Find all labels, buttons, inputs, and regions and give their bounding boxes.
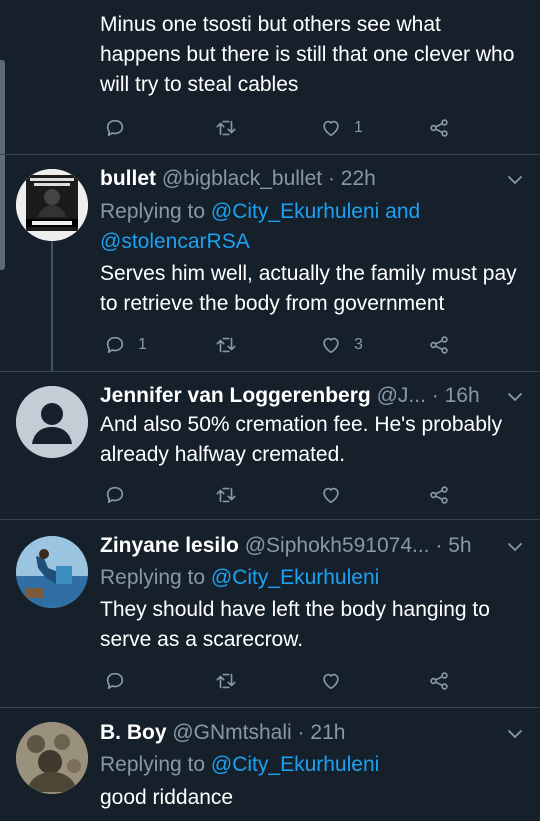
share-icon bbox=[430, 672, 448, 690]
thread-line bbox=[51, 241, 53, 372]
reply-button[interactable] bbox=[104, 482, 138, 508]
timestamp[interactable]: 5h bbox=[448, 534, 471, 557]
retweet-button[interactable] bbox=[215, 668, 249, 694]
share-icon bbox=[430, 119, 448, 137]
replying-to: Replying to @City_Ekurhuleni bbox=[100, 750, 524, 780]
avatar[interactable] bbox=[16, 722, 88, 794]
retweet-icon bbox=[216, 487, 236, 503]
tweet-header: bullet @bigblack_bullet · 22h bbox=[100, 164, 500, 194]
author-name[interactable]: Zinyane lesilo bbox=[100, 534, 239, 557]
retweet-icon bbox=[216, 673, 236, 689]
author-name[interactable]: bullet bbox=[100, 167, 156, 190]
timestamp[interactable]: 21h bbox=[310, 721, 345, 744]
avatar[interactable] bbox=[16, 536, 88, 608]
mention-link[interactable]: @City_Ekurhuleni bbox=[211, 200, 379, 223]
tweet-text: Serves him well, actually the family mus… bbox=[100, 262, 517, 315]
avatar-image bbox=[16, 169, 88, 241]
tweet-text: good riddance bbox=[100, 786, 234, 809]
heart-icon bbox=[323, 120, 339, 137]
chevron-down-icon[interactable] bbox=[506, 388, 524, 406]
tweet-actions: 1 bbox=[100, 115, 530, 141]
mention-link[interactable]: @stolencarRSA bbox=[100, 230, 250, 253]
reply-button[interactable] bbox=[104, 668, 138, 694]
author-name[interactable]: Jennifer van Loggerenberg bbox=[100, 384, 371, 407]
share-button[interactable] bbox=[428, 332, 450, 358]
heart-icon bbox=[323, 337, 339, 354]
reply-icon bbox=[106, 119, 124, 137]
author-handle[interactable]: @Siphokh591074... bbox=[245, 534, 430, 557]
separator: · bbox=[297, 721, 305, 744]
share-icon bbox=[430, 486, 448, 504]
like-count: 1 bbox=[354, 119, 363, 136]
chevron-down-icon[interactable] bbox=[506, 171, 524, 189]
tweet-actions bbox=[100, 482, 530, 508]
reply-button[interactable] bbox=[104, 115, 138, 141]
like-button[interactable]: 1 bbox=[320, 115, 363, 141]
replying-to: Replying to @City_Ekurhuleni bbox=[100, 563, 524, 593]
heart-icon bbox=[323, 673, 339, 690]
replying-prefix: Replying to bbox=[100, 566, 206, 589]
default-avatar-icon bbox=[16, 386, 88, 458]
share-button[interactable] bbox=[428, 668, 450, 694]
tweet-actions bbox=[100, 668, 530, 694]
tweet-actions: 1 3 bbox=[100, 332, 530, 358]
tweet-feed: Minus one tsosti but others see what hap… bbox=[0, 0, 540, 821]
timestamp[interactable]: 22h bbox=[341, 167, 376, 190]
chevron-down-icon[interactable] bbox=[506, 725, 524, 743]
mention-link[interactable]: @City_Ekurhuleni bbox=[211, 566, 379, 589]
author-handle[interactable]: @GNmtshali bbox=[172, 721, 291, 744]
replying-prefix: Replying to bbox=[100, 200, 206, 223]
retweet-icon bbox=[216, 337, 236, 353]
retweet-icon bbox=[216, 120, 236, 136]
avatar-image bbox=[16, 722, 88, 794]
reply-button[interactable]: 1 bbox=[104, 332, 147, 358]
tweet-header: Jennifer van Loggerenberg @J... · 16h bbox=[100, 381, 500, 411]
like-button[interactable] bbox=[320, 482, 354, 508]
reply-count: 1 bbox=[138, 336, 147, 353]
retweet-button[interactable] bbox=[215, 482, 249, 508]
mention-link[interactable]: @City_Ekurhuleni bbox=[211, 753, 379, 776]
separator: · bbox=[431, 384, 439, 407]
separator: · bbox=[327, 167, 335, 190]
like-count: 3 bbox=[354, 336, 363, 353]
replying-prefix: Replying to bbox=[100, 753, 206, 776]
tweet-0[interactable]: Minus one tsosti but others see what hap… bbox=[0, 0, 540, 155]
retweet-button[interactable] bbox=[215, 332, 249, 358]
tweet-1[interactable]: bullet @bigblack_bullet · 22h Replying t… bbox=[0, 155, 540, 372]
author-name[interactable]: B. Boy bbox=[100, 721, 167, 744]
tweet-header: B. Boy @GNmtshali · 21h bbox=[100, 718, 500, 748]
tweet-2[interactable]: Jennifer van Loggerenberg @J... · 16h An… bbox=[0, 372, 540, 520]
chevron-down-icon[interactable] bbox=[506, 538, 524, 556]
replying-and: and bbox=[385, 200, 421, 223]
avatar-image bbox=[16, 536, 88, 608]
timestamp[interactable]: 16h bbox=[445, 384, 480, 407]
replying-to: Replying to @City_Ekurhuleni and @stolen… bbox=[100, 197, 524, 257]
tweet-3[interactable]: Zinyane lesilo @Siphokh591074... · 5h Re… bbox=[0, 520, 540, 708]
separator: · bbox=[435, 534, 443, 557]
reply-icon bbox=[106, 672, 124, 690]
tweet-header: Zinyane lesilo @Siphokh591074... · 5h bbox=[100, 531, 500, 561]
heart-icon bbox=[323, 487, 339, 504]
like-button[interactable]: 3 bbox=[320, 332, 363, 358]
author-handle[interactable]: @J... bbox=[377, 384, 426, 407]
avatar[interactable] bbox=[16, 386, 88, 458]
author-handle[interactable]: @bigblack_bullet bbox=[162, 167, 322, 190]
avatar[interactable] bbox=[16, 169, 88, 241]
like-button[interactable] bbox=[320, 668, 354, 694]
tweet-text: They should have left the body hanging t… bbox=[100, 598, 490, 651]
tweet-text: And also 50% cremation fee. He's probabl… bbox=[100, 413, 503, 466]
reply-icon bbox=[106, 336, 124, 354]
tweet-text: Minus one tsosti but others see what hap… bbox=[100, 13, 515, 96]
share-button[interactable] bbox=[428, 115, 450, 141]
reply-icon bbox=[106, 486, 124, 504]
retweet-button[interactable] bbox=[215, 115, 249, 141]
share-button[interactable] bbox=[428, 482, 450, 508]
tweet-4[interactable]: B. Boy @GNmtshali · 21h Replying to @Cit… bbox=[0, 708, 540, 821]
share-icon bbox=[430, 336, 448, 354]
